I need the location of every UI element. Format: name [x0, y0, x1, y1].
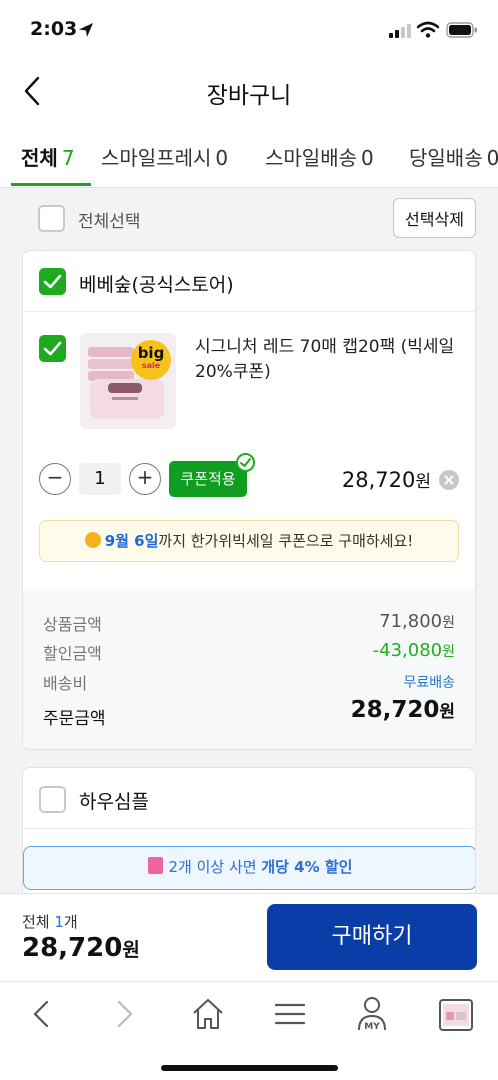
remove-item-icon[interactable] — [439, 470, 459, 490]
select-all-label: 전체선택 — [78, 212, 141, 232]
quantity-increase-button[interactable]: + — [129, 463, 161, 495]
coin-icon — [84, 532, 101, 548]
tab-all[interactable]: 전체 7 — [21, 142, 75, 171]
tab-smile-delivery-label: 스마일배송 — [265, 146, 357, 170]
tab-same-day-count: 0 — [487, 146, 498, 170]
bundle-text: 2개 이상 사면 — [168, 858, 262, 876]
shipping-fee-value: 무료배송 — [403, 675, 455, 691]
order-summary: 상품금액 71,800원 할인금액 -43,080원 배송비 무료배송 주문금액… — [23, 589, 475, 749]
bundle-discount-banner[interactable]: 2개 이상 사면 개당 4% 할인 — [23, 846, 475, 890]
home-icon[interactable] — [186, 992, 230, 1036]
tab-all-count: 7 — [61, 146, 75, 170]
divider — [23, 311, 475, 312]
order-amount-label: 주문금액 — [43, 709, 106, 729]
coupon-applied-button[interactable]: 쿠폰적용 — [169, 461, 247, 497]
badge-big-text: big — [137, 344, 165, 362]
tab-smile-fresh-label: 스마일프레시 — [101, 146, 212, 170]
selected-count: 전체 1개 — [22, 911, 78, 932]
buy-button[interactable]: 구매하기 — [267, 904, 477, 970]
quantity-value[interactable]: 1 — [79, 463, 121, 495]
tab-same-day[interactable]: 당일배송0 — [409, 142, 498, 171]
home-indicator — [161, 1065, 338, 1071]
delete-selected-button[interactable]: 선택삭제 — [393, 198, 476, 238]
product-checkbox[interactable] — [39, 335, 66, 362]
nav-bar: 장바구니 — [0, 58, 498, 122]
shopping-bag-icon — [147, 857, 163, 874]
goods-amount-value: 71,800원 — [379, 611, 455, 632]
coupon-promo-banner[interactable]: 9월 6일까지 한가위빅세일 쿠폰으로 구매하세요! — [39, 520, 459, 562]
discount-amount-unit: 원 — [442, 644, 455, 660]
product-name[interactable]: 시그니처 레드 70매 캡20팩 (빅세일20%쿠폰) — [195, 335, 460, 385]
count-number: 1 — [54, 913, 64, 931]
count-prefix: 전체 — [22, 913, 55, 931]
status-time: 2:03 — [30, 18, 78, 40]
status-bar: 2:03 — [0, 0, 498, 58]
seller-checkbox[interactable] — [39, 268, 66, 295]
select-all-row: 전체선택 선택삭제 — [0, 188, 498, 248]
tab-smile-delivery[interactable]: 스마일배송 0 — [265, 142, 374, 171]
tab-smile-fresh[interactable]: 스마일프레시 0 — [101, 142, 228, 171]
tab-all-label: 전체 — [21, 146, 58, 170]
menu-icon[interactable] — [268, 992, 312, 1036]
seller-card-2: 하우심플 2개 이상 사면 개당 4% 할인 — [22, 767, 476, 907]
promo-date: 9월 6일 — [104, 532, 159, 550]
browser-toolbar: MY — [0, 981, 498, 1080]
forward-arrow-icon[interactable] — [102, 992, 146, 1036]
total-price: 28,720원 — [22, 933, 140, 963]
item-price: 28,720원 — [323, 467, 431, 492]
seller-2-checkbox[interactable] — [39, 786, 66, 813]
item-price-value: 28,720 — [341, 468, 416, 492]
bundle-text-strong: 개당 4% 할인 — [261, 858, 353, 876]
total-price-value: 28,720 — [22, 933, 123, 963]
item-price-unit: 원 — [415, 472, 431, 492]
order-amount-value: 28,720원 — [351, 697, 455, 723]
my-page-button[interactable]: MY — [350, 992, 394, 1036]
check-icon — [43, 274, 62, 289]
seller-2-name: 하우심플 — [79, 791, 149, 813]
product-image[interactable]: big sale — [80, 333, 176, 429]
discount-amount-value: -43,080원 — [373, 640, 455, 661]
coupon-check-icon — [236, 453, 255, 472]
tab-smile-fresh-count: 0 — [215, 146, 229, 170]
seller-card: 베베숲(공식스토어) big sale 시그니처 레드 70매 캡20팩 (빅세… — [22, 250, 476, 750]
discount-amount-number: -43,080 — [372, 640, 443, 661]
seller-name: 베베숲(공식스토어) — [79, 274, 234, 296]
wifi-icon — [417, 21, 439, 38]
checkout-bar: 전체 1개 28,720원 구매하기 — [0, 893, 498, 981]
goods-amount-number: 71,800 — [379, 611, 443, 632]
total-price-unit: 원 — [122, 939, 140, 961]
order-amount-unit: 원 — [439, 702, 455, 722]
count-suffix: 개 — [63, 913, 78, 931]
goods-amount-unit: 원 — [442, 615, 455, 631]
recent-items-icon[interactable] — [434, 992, 478, 1036]
promo-text: 까지 한가위빅세일 쿠폰으로 구매하세요! — [158, 532, 414, 550]
active-tab-indicator — [11, 183, 91, 186]
check-icon — [43, 341, 62, 356]
divider — [23, 828, 475, 829]
discount-amount-label: 할인금액 — [43, 644, 102, 663]
back-arrow-icon[interactable] — [20, 992, 64, 1036]
battery-icon — [446, 22, 477, 38]
shipping-fee-label: 배송비 — [43, 674, 88, 693]
tab-same-day-label: 당일배송 — [409, 146, 483, 170]
quantity-decrease-button[interactable]: − — [39, 463, 71, 495]
order-amount-number: 28,720 — [350, 697, 440, 723]
goods-amount-label: 상품금액 — [43, 615, 102, 634]
tab-smile-delivery-count: 0 — [361, 146, 374, 170]
my-label: MY — [364, 1022, 380, 1032]
location-arrow-icon — [79, 23, 93, 37]
cellular-signal-icon — [389, 24, 411, 38]
cart-tabs: 전체7 스마일프레시0 스마일배송0 당일배송0 — [0, 122, 498, 188]
badge-sale-text: sale — [141, 361, 161, 370]
select-all-checkbox[interactable] — [38, 205, 65, 232]
page-title: 장바구니 — [206, 83, 292, 109]
